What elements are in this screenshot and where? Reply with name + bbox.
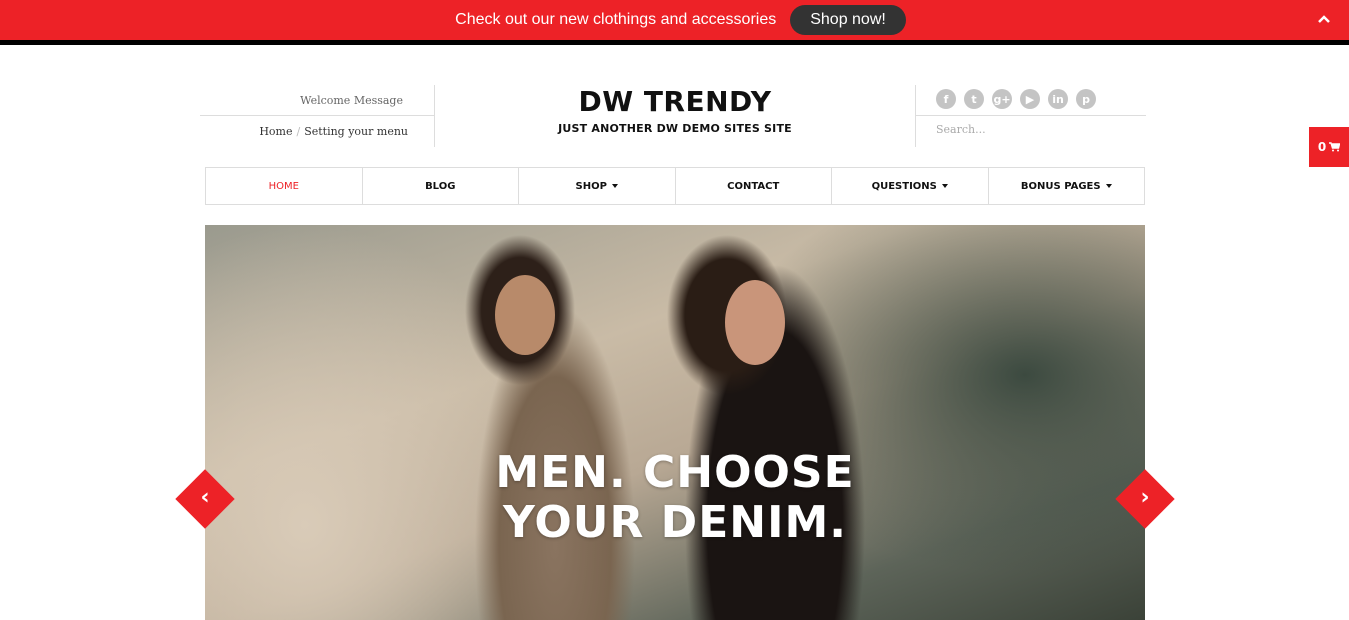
nav-item-shop[interactable]: SHOP: [519, 168, 676, 204]
linkedin-icon[interactable]: in: [1048, 89, 1068, 109]
nav-label: QUESTIONS: [871, 180, 937, 192]
main-nav: HOME BLOG SHOP CONTACT QUESTIONS BONUS P…: [205, 167, 1145, 205]
divider: [200, 115, 434, 116]
google-plus-icon[interactable]: g+: [992, 89, 1012, 109]
social-links: f t g+ ▶ in p: [936, 89, 1096, 109]
slide-caption-line2: YOUR DENIM.: [503, 497, 847, 548]
header-right: f t g+ ▶ in p: [915, 85, 1146, 147]
slide-caption-line1: MEN. CHOOSE: [495, 447, 855, 498]
breadcrumb: Home / Setting your menu: [259, 125, 408, 138]
promo-message: Check out our new clothings and accessor…: [455, 11, 777, 28]
nav-label: CONTACT: [727, 180, 780, 192]
chevron-right-icon[interactable]: ›: [1135, 487, 1155, 509]
youtube-icon[interactable]: ▶: [1020, 89, 1040, 109]
caret-down-icon: [1105, 184, 1112, 188]
breadcrumb-separator: /: [296, 125, 301, 138]
slide-caption: MEN. CHOOSE YOUR DENIM.: [205, 448, 1145, 548]
brand: DW TRENDY JUST ANOTHER DW DEMO SITES SIT…: [435, 84, 915, 135]
breadcrumb-home[interactable]: Home: [259, 125, 292, 138]
nav-label: BONUS PAGES: [1020, 180, 1101, 192]
nav-item-questions[interactable]: QUESTIONS: [832, 168, 989, 204]
shop-now-button[interactable]: Shop now!: [790, 5, 906, 35]
hero-slider: MEN. CHOOSE YOUR DENIM.: [205, 225, 1145, 620]
cart-button[interactable]: 0: [1309, 127, 1349, 167]
nav-item-home[interactable]: HOME: [206, 168, 363, 204]
nav-label: SHOP: [575, 180, 607, 192]
site-title[interactable]: DW TRENDY: [435, 84, 915, 120]
caret-down-icon: [941, 184, 948, 188]
breadcrumb-setting-menu[interactable]: Setting your menu: [304, 125, 408, 138]
nav-label: HOME: [268, 180, 299, 192]
site-tagline: JUST ANOTHER DW DEMO SITES SITE: [558, 122, 792, 135]
promo-bar: Check out our new clothings and accessor…: [0, 0, 1349, 45]
nav-item-bonus-pages[interactable]: BONUS PAGES: [989, 168, 1145, 204]
divider: [916, 115, 1146, 116]
caret-down-icon: [611, 184, 618, 188]
chevron-up-icon[interactable]: [1317, 12, 1331, 26]
cart-icon: [1329, 142, 1341, 152]
twitter-icon[interactable]: t: [964, 89, 984, 109]
welcome-message: Welcome Message: [300, 94, 403, 107]
slide-image-figure-woman: [725, 280, 785, 365]
slide-image-figure-man: [495, 275, 555, 355]
nav-label: BLOG: [425, 180, 456, 192]
chevron-left-icon[interactable]: ‹: [195, 487, 215, 509]
search-input[interactable]: [936, 123, 1136, 136]
nav-item-contact[interactable]: CONTACT: [676, 168, 832, 204]
pinterest-icon[interactable]: p: [1076, 89, 1096, 109]
header-left: Welcome Message Home / Setting your menu: [200, 85, 435, 147]
nav-item-blog[interactable]: BLOG: [363, 168, 519, 204]
cart-count: 0: [1317, 140, 1327, 154]
facebook-icon[interactable]: f: [936, 89, 956, 109]
